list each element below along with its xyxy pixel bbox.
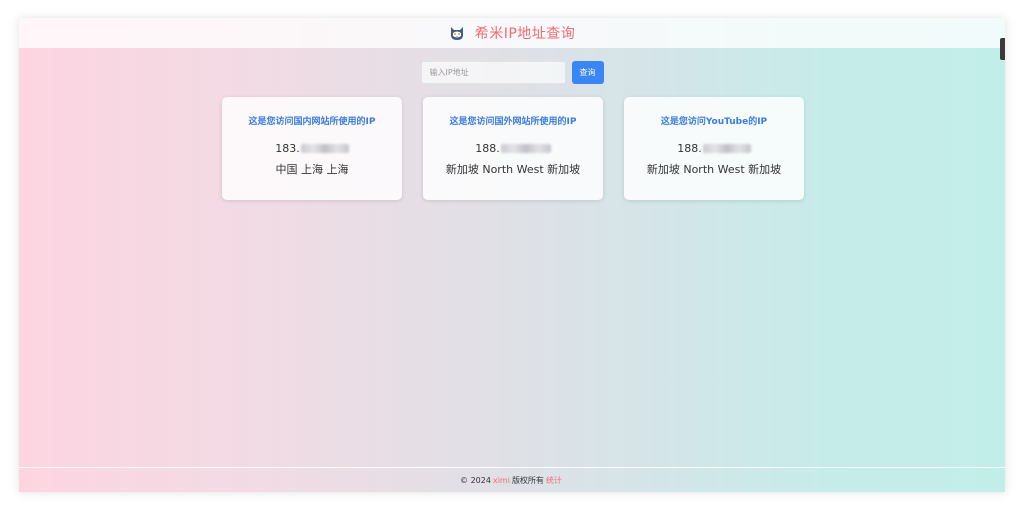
domestic-ip-card: 这是您访问国内网站所使用的IP 183. 中国 上海 上海 xyxy=(222,97,402,200)
ip-prefix: 188. xyxy=(677,142,702,155)
copyright-text: © 2024 xyxy=(460,475,491,485)
card-ip: 188. xyxy=(677,142,751,155)
card-title: 这是您访问国内网站所使用的IP xyxy=(248,117,376,127)
stats-link[interactable]: 统计 xyxy=(546,475,562,486)
cat-logo-icon xyxy=(450,27,463,40)
blurred-ip-segment xyxy=(500,144,551,153)
card-location: 新加坡 North West 新加坡 xyxy=(445,163,581,176)
browser-viewport: 希米IP地址查询 查询 这是您访问国内网站所使用的IP 183. 中国 上海 上… xyxy=(19,18,1005,492)
side-scroll-tab[interactable] xyxy=(1000,38,1005,60)
card-location: 中国 上海 上海 xyxy=(275,163,349,176)
owner-link[interactable]: ximi xyxy=(493,476,510,485)
site-title[interactable]: 希米IP地址查询 xyxy=(475,23,576,43)
youtube-ip-card: 这是您访问YouTube的IP 188. 新加坡 North West 新加坡 xyxy=(624,97,804,200)
rights-text: 版权所有 xyxy=(511,475,544,485)
blurred-ip-segment xyxy=(300,144,349,153)
foreign-ip-card: 这是您访问国外网站所使用的IP 188. 新加坡 North West 新加坡 xyxy=(423,97,603,200)
ip-search-input[interactable] xyxy=(420,61,566,84)
site-footer: © 2024 ximi 版权所有 统计 xyxy=(19,467,1005,492)
card-title: 这是您访问国外网站所使用的IP xyxy=(449,117,577,127)
search-bar: 查询 xyxy=(19,61,1005,84)
card-location: 新加坡 North West 新加坡 xyxy=(646,163,782,176)
card-title: 这是您访问YouTube的IP xyxy=(660,117,768,127)
card-ip: 188. xyxy=(475,142,551,155)
blurred-ip-segment xyxy=(702,144,751,153)
site-header: 希米IP地址查询 xyxy=(19,18,1005,48)
card-ip: 183. xyxy=(275,142,349,155)
ip-cards: 这是您访问国内网站所使用的IP 183. 中国 上海 上海 这是您访问国外网站所… xyxy=(222,97,804,200)
query-button[interactable]: 查询 xyxy=(571,61,604,84)
ip-prefix: 188. xyxy=(475,142,500,155)
ip-prefix: 183. xyxy=(275,142,300,155)
